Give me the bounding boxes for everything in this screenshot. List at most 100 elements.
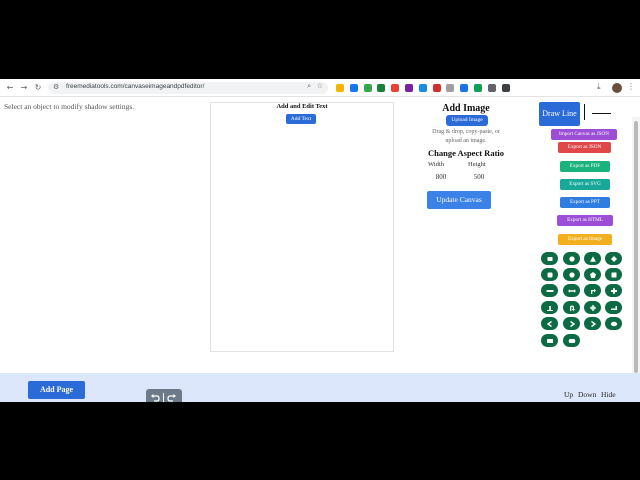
corner-icon — [605, 301, 622, 314]
double-arrow-icon — [563, 284, 580, 297]
extension-icon[interactable] — [391, 84, 400, 92]
download-icon[interactable]: ⤓ — [597, 82, 601, 92]
export-button[interactable]: Export as PDF — [560, 161, 610, 172]
shape-button[interactable] — [584, 252, 601, 265]
extension-icon[interactable] — [377, 84, 386, 92]
extension-icon[interactable] — [363, 84, 372, 92]
site-info-icon[interactable]: ⚙ — [53, 83, 59, 91]
shape-button[interactable] — [605, 317, 622, 330]
drag-drop-hint: Drag & drop, copy-paste, or upload an im… — [432, 129, 500, 144]
shape-button[interactable] — [541, 334, 558, 347]
extension-icon[interactable] — [501, 84, 510, 92]
redo-icon[interactable] — [167, 393, 177, 402]
export-button[interactable]: Export as JSON — [558, 142, 611, 153]
update-canvas-button[interactable]: Update Canvas — [427, 191, 491, 209]
url-text[interactable]: freemediatools.com/canvaseimageandpdfedi… — [66, 83, 204, 90]
extension-icon[interactable] — [418, 84, 427, 92]
shape-button[interactable] — [541, 301, 558, 314]
shape-button[interactable] — [541, 252, 558, 265]
reload-icon[interactable]: ↻ — [32, 82, 44, 94]
wide-rectangle-icon — [541, 334, 558, 347]
export-button[interactable]: Import Canvas as JSON — [551, 129, 617, 140]
vertical-scrollbar[interactable] — [632, 117, 640, 375]
diamond-icon — [605, 252, 622, 265]
page-hide-link[interactable]: Hide — [601, 390, 616, 399]
bar-icon — [541, 284, 558, 297]
circle-outline-icon — [563, 268, 580, 281]
zoom-icon[interactable]: ⌕ — [307, 82, 311, 91]
image-panel[interactable]: Add Image Upload Image Drag & drop, copy… — [427, 101, 505, 197]
bookmark-star-icon[interactable]: ☆ — [317, 82, 323, 90]
undo-icon[interactable] — [150, 393, 160, 402]
back-icon[interactable]: ← — [4, 82, 16, 94]
menu-icon[interactable]: ⋮ — [627, 82, 635, 91]
shadow-settings-message: Select an object to modify shadow settin… — [4, 102, 135, 111]
shape-button[interactable] — [584, 301, 601, 314]
extension-icon[interactable] — [405, 84, 413, 92]
extension-icon[interactable] — [432, 84, 441, 92]
rounded-rectangle-icon — [563, 334, 580, 347]
shape-button[interactable] — [605, 252, 622, 265]
shape-button[interactable] — [584, 317, 601, 330]
shape-button[interactable] — [584, 284, 601, 297]
page-down-link[interactable]: Down — [578, 390, 596, 399]
text-cursor — [584, 104, 585, 120]
shape-button[interactable] — [605, 268, 622, 281]
browser-toolbar: ← → ↻ ⚙ freemediatools.com/canvaseimagea… — [0, 79, 640, 97]
cross-icon — [605, 284, 622, 297]
baseline-icon — [541, 301, 558, 314]
add-page-button[interactable]: Add Page — [28, 381, 85, 399]
shape-button[interactable] — [605, 284, 622, 297]
export-button[interactable]: Export as Image — [558, 234, 612, 245]
extension-icon[interactable] — [474, 84, 482, 92]
circle-icon — [563, 252, 580, 265]
export-button[interactable]: Export as PPT — [560, 197, 610, 208]
image-panel-title: Add Image — [442, 103, 490, 114]
upload-image-button[interactable]: Upload Image — [446, 115, 488, 126]
square-icon — [605, 268, 622, 281]
profile-avatar[interactable] — [612, 83, 622, 93]
height-input[interactable]: 500 — [465, 172, 493, 182]
export-button[interactable]: Export as SVG — [560, 179, 610, 190]
shape-button[interactable] — [541, 268, 558, 281]
triangle-icon — [584, 252, 601, 265]
shape-button[interactable] — [541, 284, 558, 297]
shape-button[interactable] — [605, 301, 622, 314]
corner-arrow-icon — [584, 284, 601, 297]
shape-button[interactable] — [584, 268, 601, 281]
extension-icon[interactable] — [336, 84, 344, 92]
address-bar[interactable]: ⚙ freemediatools.com/canvaseimageandpdfe… — [48, 82, 328, 94]
undo-redo-separator — [163, 393, 164, 402]
shape-button[interactable] — [541, 317, 558, 330]
shape-button[interactable] — [563, 284, 580, 297]
add-text-button[interactable]: Add Text — [286, 114, 316, 124]
draw-line-button[interactable]: Draw Line — [539, 102, 580, 126]
right-arrow-icon — [563, 317, 580, 330]
shape-button[interactable] — [563, 334, 580, 347]
aspect-ratio-title: Change Aspect Ratio — [427, 148, 505, 158]
height-label: Height — [468, 161, 486, 168]
extension-icon[interactable] — [460, 84, 469, 92]
extension-icon[interactable] — [487, 84, 496, 92]
browser-window: ← → ↻ ⚙ freemediatools.com/canvaseimagea… — [0, 79, 640, 402]
forward-icon[interactable]: → — [18, 82, 30, 94]
width-input[interactable]: 800 — [427, 172, 455, 182]
scrollbar-thumb[interactable] — [634, 121, 638, 373]
right-arrow-icon — [584, 317, 601, 330]
rounded-square-icon — [541, 268, 558, 281]
u-turn-icon — [563, 301, 580, 314]
page-up-link[interactable]: Up — [564, 390, 573, 399]
four-way-arrow-icon — [584, 301, 601, 314]
canvas-panel[interactable]: Add and Edit Text Add Text — [210, 102, 394, 352]
pentagon-icon — [584, 268, 601, 281]
extension-icon[interactable] — [349, 84, 358, 92]
shape-button[interactable] — [563, 317, 580, 330]
screen: ← → ↻ ⚙ freemediatools.com/canvaseimagea… — [0, 0, 640, 480]
shape-button[interactable] — [563, 301, 580, 314]
line-preview — [592, 113, 611, 114]
shape-button[interactable] — [563, 268, 580, 281]
extension-icon[interactable] — [446, 84, 455, 92]
export-button[interactable]: Export as HTML — [557, 215, 613, 226]
shape-button[interactable] — [563, 252, 580, 265]
text-panel-title: Add and Edit Text — [276, 103, 328, 110]
